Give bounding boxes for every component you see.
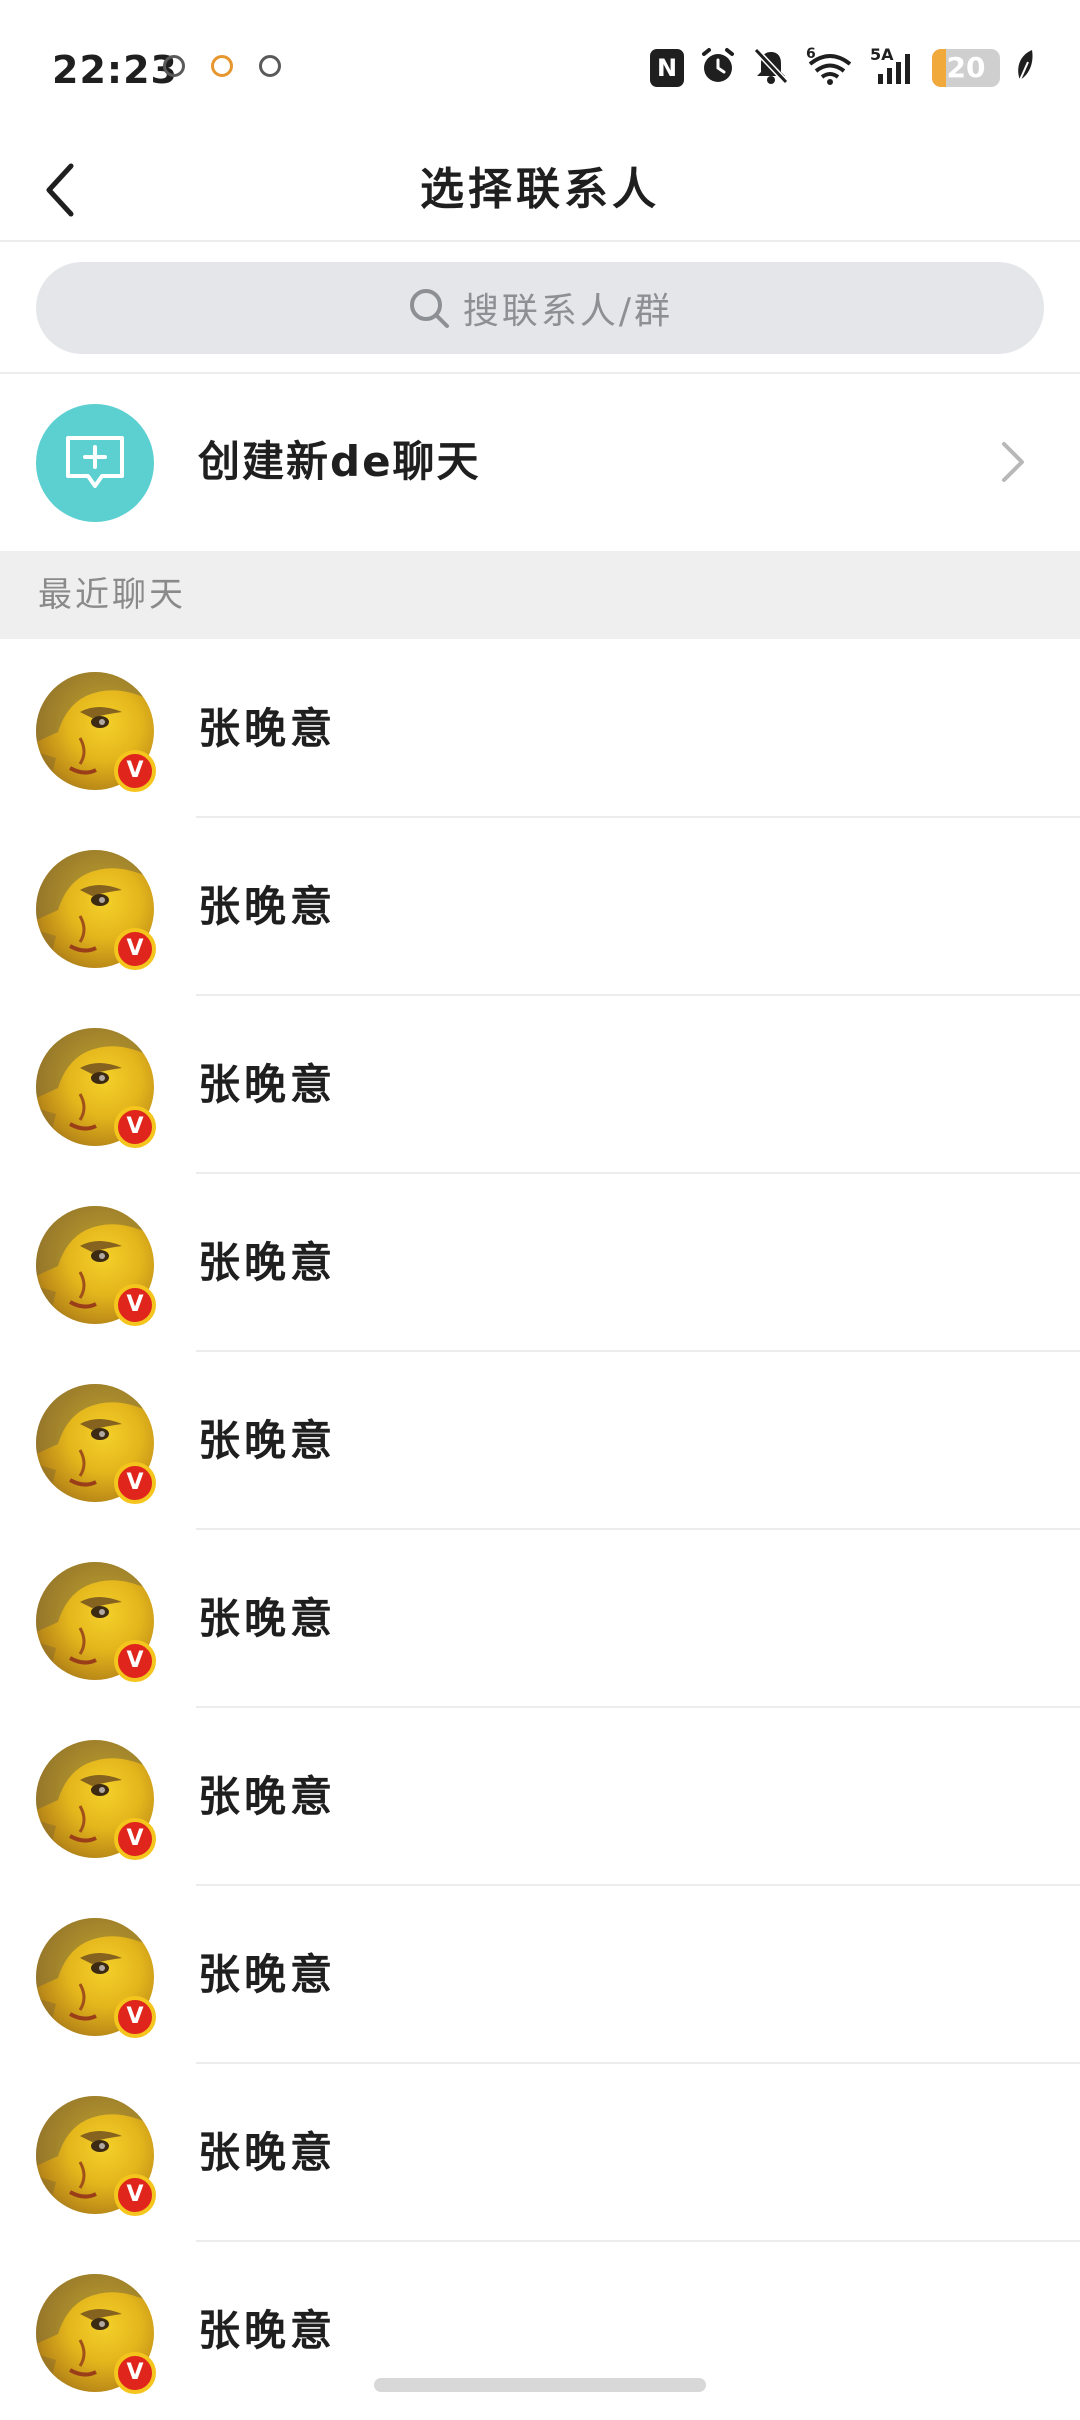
verified-badge-icon: V (114, 750, 156, 792)
contact-row[interactable]: V 张晚意 (0, 818, 1080, 996)
status-bar: 22:23 N 6 5A 20 (0, 0, 1080, 140)
verified-badge-icon: V (114, 1284, 156, 1326)
chevron-right-icon (1002, 442, 1024, 482)
battery-icon: 20 (932, 49, 1000, 87)
contact-name: 张晚意 (198, 2306, 337, 2355)
contact-name: 张晚意 (198, 1416, 337, 1465)
contact-name: 张晚意 (198, 1772, 337, 1821)
contact-row[interactable]: V 张晚意 (0, 1708, 1080, 1886)
verified-badge-icon: V (114, 1106, 156, 1148)
mute-icon (752, 46, 790, 90)
header-bar: 选择联系人 (0, 140, 1080, 242)
contact-row[interactable]: V 张晚意 (0, 996, 1080, 1174)
contact-list: V 张晚意 V 张晚意 V 张晚意 V 张晚意 V 张晚意 V 张晚意 V 张晚意 V 张晚意 (0, 640, 1080, 2420)
search-area: 搜联系人/群 (0, 242, 1080, 374)
page-title: 选择联系人 (420, 164, 660, 215)
notification-app-icon (211, 55, 233, 77)
contact-row[interactable]: V 张晚意 (0, 640, 1080, 818)
add-chat-icon (36, 404, 154, 522)
verified-badge-icon: V (114, 1462, 156, 1504)
contact-name: 张晚意 (198, 1950, 337, 1999)
verified-badge-icon: V (114, 1640, 156, 1682)
status-time: 22:23 (52, 48, 178, 92)
verified-badge-icon: V (114, 1818, 156, 1860)
contact-row[interactable]: V 张晚意 (0, 1530, 1080, 1708)
search-icon (409, 289, 449, 328)
section-title: 最近聊天 (38, 575, 186, 615)
notification-app-icon (163, 55, 185, 77)
search-input[interactable]: 搜联系人/群 (36, 262, 1044, 354)
status-right-icons: N 6 5A 20 (650, 45, 1036, 90)
home-indicator[interactable] (374, 2378, 706, 2392)
leaf-icon (1014, 48, 1036, 88)
verified-badge-icon: V (114, 1996, 156, 2038)
contact-name: 张晚意 (198, 1060, 337, 1109)
contact-row[interactable]: V 张晚意 (0, 2064, 1080, 2242)
contact-name: 张晚意 (198, 882, 337, 931)
contact-name: 张晚意 (198, 704, 337, 753)
contact-name: 张晚意 (198, 1238, 337, 1287)
recent-section-header: 最近聊天 (0, 551, 1080, 639)
create-new-chat-row[interactable]: 创建新de聊天 (0, 374, 1080, 550)
alarm-icon (698, 46, 738, 90)
notification-app-icon (259, 55, 281, 77)
signal-icon: 5A (870, 45, 918, 90)
contact-row[interactable]: V 张晚意 (0, 1886, 1080, 2064)
svg-text:5A: 5A (870, 46, 894, 64)
contact-name: 张晚意 (198, 1594, 337, 1643)
battery-text: 20 (946, 51, 986, 84)
create-chat-label: 创建新de聊天 (198, 437, 481, 486)
contact-row[interactable]: V 张晚意 (0, 1174, 1080, 1352)
status-app-icons (163, 55, 281, 77)
verified-badge-icon: V (114, 2174, 156, 2216)
verified-badge-icon: V (114, 928, 156, 970)
contact-name: 张晚意 (198, 2128, 337, 2177)
nfc-icon: N (650, 49, 684, 87)
verified-badge-icon: V (114, 2352, 156, 2394)
search-placeholder: 搜联系人/群 (462, 291, 674, 332)
contact-row[interactable]: V 张晚意 (0, 1352, 1080, 1530)
contact-row[interactable]: V 张晚意 (0, 2242, 1080, 2420)
wifi-icon: 6 (804, 46, 856, 90)
